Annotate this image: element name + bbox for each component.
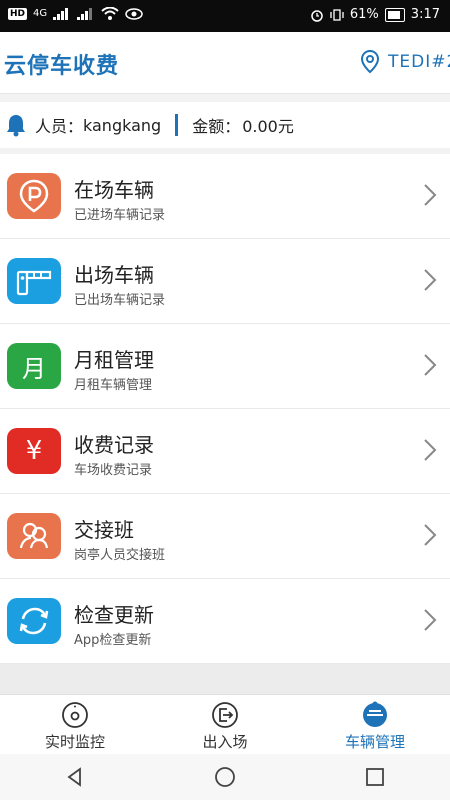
monitor-icon <box>62 702 88 728</box>
menu-item-subtitle: 已出场车辆记录 <box>74 293 166 308</box>
tab-entry-exit[interactable]: 出入场 <box>150 695 300 754</box>
yuan-icon: ¥ <box>7 428 61 474</box>
battery-icon <box>384 7 405 22</box>
amount-value: 0.00元 <box>242 117 294 136</box>
menu-list: 在场车辆 已进场车辆记录 出场车辆 已出场车辆记录 月 月租管理 月租车辆管理 <box>0 154 450 664</box>
header-divider <box>0 94 450 102</box>
eye-icon <box>125 7 143 20</box>
network-label: 4G <box>33 8 48 19</box>
tab-vehicle-management[interactable]: 车辆管理 <box>300 695 450 754</box>
status-bar: HD 4G 61% 3:17 <box>0 0 450 32</box>
menu-item-title: 月租管理 <box>74 348 154 372</box>
chevron-right-icon <box>424 269 437 291</box>
amount-label: 金额： <box>192 117 241 136</box>
menu-item-fee-records[interactable]: ¥ 收费记录 车场收费记录 <box>0 409 450 494</box>
vibrate-icon <box>330 8 344 21</box>
tab-label: 出入场 <box>202 733 248 751</box>
chevron-right-icon <box>424 354 437 376</box>
bottom-tab-bar: 实时监控 出入场 车辆管理 <box>0 694 450 754</box>
menu-item-check-update[interactable]: 检查更新 App检查更新 <box>0 579 450 664</box>
chevron-right-icon <box>424 609 437 631</box>
hd-badge: HD <box>8 7 28 20</box>
monthly-icon: 月 <box>7 343 61 389</box>
tab-realtime-monitor[interactable]: 实时监控 <box>0 695 150 754</box>
monthly-icon-text: 月 <box>22 354 46 383</box>
chevron-right-icon <box>424 524 437 546</box>
menu-item-title: 交接班 <box>74 518 134 542</box>
bell-icon <box>7 115 25 137</box>
app-title: 云停车收费 <box>4 54 120 79</box>
home-icon[interactable] <box>213 765 237 789</box>
signal-icon <box>53 7 69 20</box>
back-icon[interactable] <box>64 766 86 788</box>
list-bottom-spacer <box>0 664 450 694</box>
menu-item-title: 出场车辆 <box>74 263 154 287</box>
menu-item-subtitle: 月租车辆管理 <box>74 378 153 393</box>
app-header: 云停车收费 TEDI#2 <box>0 32 450 94</box>
location-label: TEDI#2 <box>388 52 450 72</box>
yuan-icon-text: ¥ <box>25 436 43 466</box>
menu-item-title: 收费记录 <box>74 433 154 457</box>
wifi-icon <box>101 7 119 20</box>
signal-2-icon <box>77 7 93 20</box>
info-divider <box>175 114 179 136</box>
menu-item-subtitle: 岗亭人员交接班 <box>74 548 166 563</box>
battery-percent: 61% <box>349 7 379 22</box>
menu-item-in-yard-vehicles[interactable]: 在场车辆 已进场车辆记录 <box>0 154 450 239</box>
parking-icon <box>7 173 61 219</box>
menu-item-subtitle: 车场收费记录 <box>74 463 153 478</box>
shift-handover-icon <box>7 513 61 559</box>
barrier-gate-icon <box>7 258 61 304</box>
menu-item-title: 在场车辆 <box>74 178 154 202</box>
menu-item-subtitle: 已进场车辆记录 <box>74 208 166 223</box>
person-label: 人员： <box>35 117 84 136</box>
tab-label: 车辆管理 <box>344 733 405 751</box>
alarm-icon <box>311 9 323 22</box>
operator-info-bar: 人员： kangkang 金额： 0.00元 <box>0 102 450 148</box>
menu-item-monthly-rental[interactable]: 月 月租管理 月租车辆管理 <box>0 324 450 409</box>
chevron-right-icon <box>424 184 437 206</box>
menu-item-subtitle: App检查更新 <box>74 633 152 648</box>
menu-item-exited-vehicles[interactable]: 出场车辆 已出场车辆记录 <box>0 239 450 324</box>
menu-item-shift-handover[interactable]: 交接班 岗亭人员交接班 <box>0 494 450 579</box>
chevron-right-icon <box>424 439 437 461</box>
system-nav-bar <box>0 754 450 800</box>
person-value: kangkang <box>83 115 162 135</box>
location-selector[interactable]: TEDI#2 <box>360 50 450 74</box>
clock: 3:17 <box>410 7 440 22</box>
tab-label: 实时监控 <box>44 733 105 751</box>
vehicle-manage-icon <box>363 701 387 727</box>
entry-exit-icon <box>212 702 238 728</box>
menu-item-title: 检查更新 <box>74 603 154 627</box>
location-pin-icon <box>360 50 380 74</box>
recent-apps-icon[interactable] <box>364 766 386 788</box>
refresh-icon <box>7 598 61 644</box>
